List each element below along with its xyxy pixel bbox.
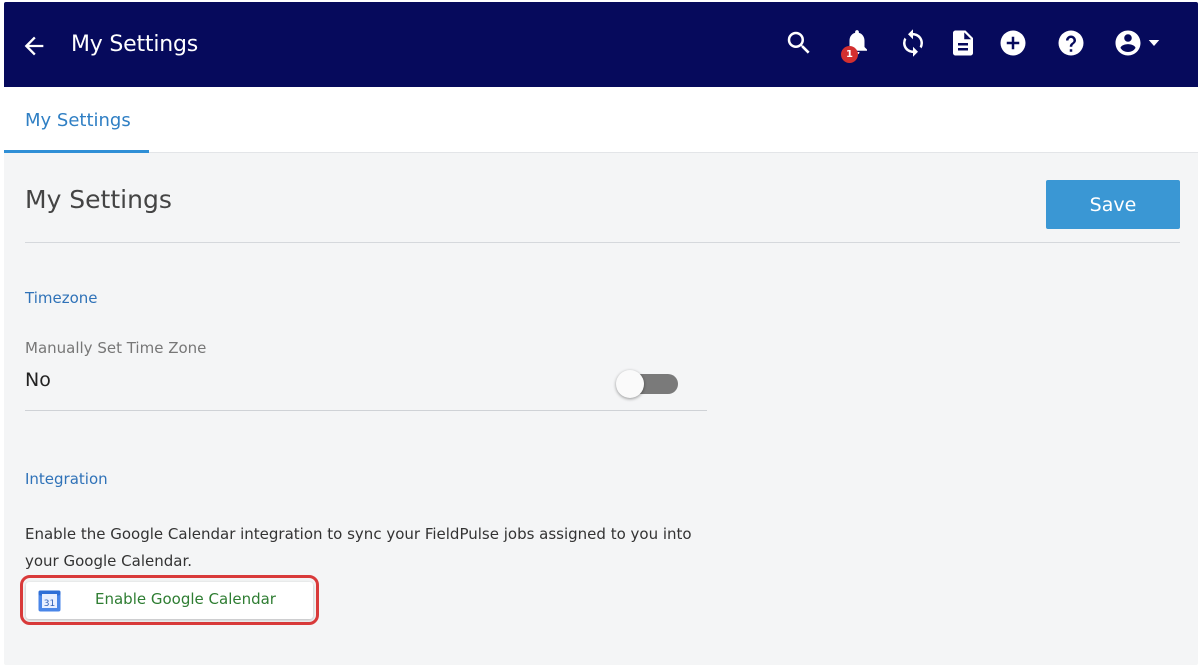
search-icon[interactable] xyxy=(784,28,814,58)
caret-down-icon[interactable] xyxy=(1145,34,1163,52)
notification-badge: 1 xyxy=(841,46,858,63)
help-icon[interactable] xyxy=(1056,28,1086,58)
enable-google-calendar-button[interactable]: 31 Enable Google Calendar xyxy=(26,582,313,619)
tab-my-settings[interactable]: My Settings xyxy=(4,87,149,153)
timezone-field-value: No xyxy=(25,369,51,391)
tab-label: My Settings xyxy=(25,110,131,131)
integration-heading: Integration xyxy=(25,470,108,488)
field-underline xyxy=(25,410,707,411)
timezone-field-label: Manually Set Time Zone xyxy=(25,339,207,357)
tab-strip: My Settings xyxy=(4,87,1198,153)
account-icon[interactable] xyxy=(1113,28,1143,58)
timezone-toggle[interactable] xyxy=(616,368,680,402)
integration-description: Enable the Google Calendar integration t… xyxy=(25,525,692,570)
page-title: My Settings xyxy=(25,185,172,214)
enable-google-calendar-label: Enable Google Calendar xyxy=(95,590,276,608)
arrow-back-icon[interactable] xyxy=(20,32,48,60)
add-circle-icon[interactable] xyxy=(998,28,1028,58)
divider xyxy=(25,242,1180,243)
svg-text:31: 31 xyxy=(44,599,55,609)
top-bar: My Settings 1 xyxy=(4,2,1198,87)
timezone-heading: Timezone xyxy=(25,289,98,307)
header-title: My Settings xyxy=(71,32,199,57)
google-calendar-icon: 31 xyxy=(38,590,61,612)
app-window: My Settings 1 My Settings My Settings Sa… xyxy=(4,2,1198,665)
toggle-knob xyxy=(616,370,644,398)
save-button[interactable]: Save xyxy=(1046,180,1180,229)
document-icon[interactable] xyxy=(948,28,978,58)
sync-icon[interactable] xyxy=(898,28,928,58)
